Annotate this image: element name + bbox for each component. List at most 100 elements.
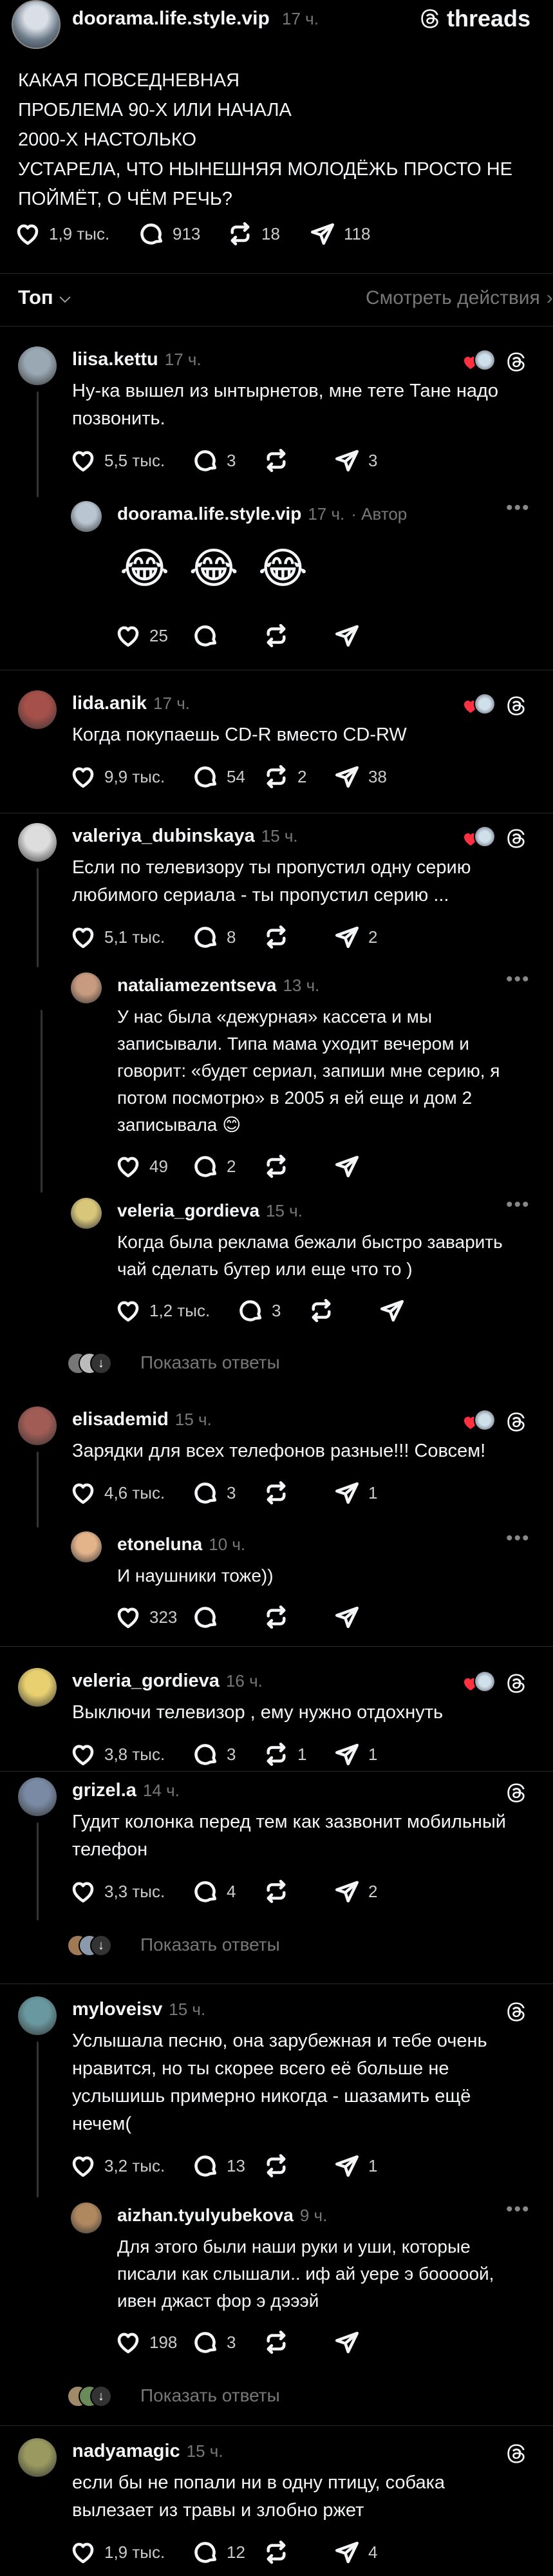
threads-icon[interactable]	[503, 349, 529, 375]
repost-button[interactable]: 2	[263, 763, 306, 790]
like-button[interactable]: 198	[115, 2329, 177, 2356]
more-options-icon[interactable]: •••	[506, 969, 530, 990]
repost-button[interactable]	[263, 1479, 290, 1506]
share-button[interactable]: 3	[333, 447, 377, 474]
repost-button[interactable]	[263, 1153, 290, 1180]
like-button[interactable]: 4,6 тыс.	[70, 1479, 165, 1506]
avatar[interactable]	[71, 1531, 102, 1562]
avatar[interactable]	[71, 2202, 102, 2233]
avatar[interactable]	[18, 346, 57, 385]
comment-username[interactable]: veleria_gordieva 15 ч.	[117, 1200, 303, 1221]
like-button[interactable]: 49	[115, 1153, 168, 1180]
show-replies-link[interactable]: Показать ответы	[140, 2385, 280, 2406]
share-button[interactable]: 1	[333, 1741, 377, 1768]
repost-button[interactable]	[263, 923, 290, 951]
share-button[interactable]: 4	[333, 2539, 377, 2566]
like-button[interactable]: 1,9 тыс.	[70, 2539, 165, 2566]
share-button[interactable]: 38	[333, 763, 387, 790]
avatar[interactable]	[18, 1996, 57, 2035]
like-button[interactable]: 5,5 тыс.	[70, 447, 165, 474]
comment-username[interactable]: lida.anik 17 ч.	[72, 693, 190, 714]
threads-icon[interactable]	[503, 1409, 529, 1435]
threads-icon[interactable]	[503, 693, 529, 719]
share-button[interactable]	[333, 2329, 361, 2356]
like-button[interactable]: 323	[115, 1604, 177, 1631]
avatar[interactable]	[18, 1777, 57, 1816]
repost-button[interactable]	[308, 1297, 335, 1324]
avatar[interactable]	[18, 2438, 57, 2477]
show-replies-link[interactable]: Показать ответы	[140, 1352, 280, 1373]
post-comment-button[interactable]: 913	[138, 220, 200, 247]
like-button[interactable]: 1,2 тыс.	[115, 1297, 210, 1324]
post-share-button[interactable]: 118	[309, 220, 370, 247]
comment-username[interactable]: nataliamezentseva 13 ч.	[117, 975, 319, 996]
comment-button[interactable]	[192, 1604, 219, 1631]
comment-username[interactable]: etoneluna 10 ч.	[117, 1534, 245, 1555]
comment-button[interactable]: 3	[192, 1741, 236, 1768]
avatar[interactable]	[71, 972, 102, 1003]
comment-username[interactable]: myloveisv 15 ч.	[72, 1999, 205, 2020]
comment-button[interactable]: 12	[192, 2539, 245, 2566]
comment-button[interactable]: 4	[192, 1878, 236, 1905]
avatar[interactable]	[18, 1406, 57, 1445]
comment-username[interactable]: grizel.a 14 ч.	[72, 1780, 180, 1801]
post-repost-button[interactable]: 18	[227, 220, 280, 247]
comment-button[interactable]: 3	[192, 2329, 236, 2356]
more-options-icon[interactable]: •••	[506, 497, 530, 519]
repost-button[interactable]	[263, 2152, 290, 2179]
avatar[interactable]	[71, 1198, 102, 1229]
post-author-avatar[interactable]	[12, 0, 61, 49]
show-replies-link[interactable]: Показать ответы	[140, 1935, 280, 1955]
comment-button[interactable]: 13	[192, 2152, 245, 2179]
avatar[interactable]	[71, 501, 102, 532]
repost-button[interactable]	[263, 447, 290, 474]
view-activity-link[interactable]: Смотреть действия ›	[366, 287, 553, 309]
share-button[interactable]	[379, 1297, 406, 1324]
comment-button[interactable]: 3	[192, 447, 236, 474]
avatar[interactable]	[18, 1668, 57, 1707]
threads-icon[interactable]	[503, 826, 529, 851]
comment-username[interactable]: valeriya_dubinskaya 15 ч.	[72, 826, 298, 847]
threads-icon[interactable]	[503, 1780, 529, 1806]
comment-button[interactable]: 54	[192, 763, 245, 790]
more-options-icon[interactable]: •••	[506, 1194, 530, 1216]
share-button[interactable]	[333, 1153, 361, 1180]
repost-button[interactable]: 1	[263, 1741, 306, 1768]
share-button[interactable]	[333, 1604, 361, 1631]
repost-button[interactable]	[263, 1878, 290, 1905]
repost-button[interactable]	[263, 622, 290, 649]
comment-username[interactable]: aizhan.tyulyubekova 9 ч.	[117, 2205, 327, 2226]
post-like-button[interactable]: 1,9 тыс.	[14, 220, 109, 247]
avatar[interactable]	[18, 690, 57, 729]
comment-username[interactable]: nadyamagic 15 ч.	[72, 2441, 223, 2462]
comment-button[interactable]: 8	[192, 923, 236, 951]
repost-button[interactable]	[263, 1604, 290, 1631]
share-button[interactable]	[333, 622, 361, 649]
like-button[interactable]: 3,8 тыс.	[70, 1741, 165, 1768]
share-button[interactable]: 2	[333, 923, 377, 951]
like-button[interactable]: 9,9 тыс.	[70, 763, 165, 790]
like-button[interactable]: 5,1 тыс.	[70, 923, 165, 951]
threads-icon[interactable]	[503, 2441, 529, 2467]
more-options-icon[interactable]: •••	[506, 2199, 530, 2221]
comment-username[interactable]: liisa.kettu 17 ч.	[72, 349, 202, 370]
comment-username[interactable]: veleria_gordieva 16 ч.	[72, 1671, 263, 1692]
comment-button[interactable]: 3	[192, 1479, 236, 1506]
more-options-icon[interactable]: •••	[506, 1528, 530, 1549]
repost-button[interactable]	[263, 2329, 290, 2356]
post-author[interactable]: doorama.life.style.vip	[72, 8, 270, 30]
share-button[interactable]: 1	[333, 1479, 377, 1506]
share-button[interactable]: 2	[333, 1878, 377, 1905]
share-button[interactable]: 1	[333, 2152, 377, 2179]
sort-dropdown[interactable]: Топ ⌵	[18, 286, 70, 309]
avatar[interactable]	[18, 823, 57, 862]
comment-button[interactable]: 3	[237, 1297, 281, 1324]
comment-username[interactable]: elisademid 15 ч.	[72, 1409, 212, 1430]
comment-button[interactable]: 2	[192, 1153, 236, 1180]
like-button[interactable]: 3,2 тыс.	[70, 2152, 165, 2179]
comment-button[interactable]	[192, 622, 219, 649]
like-button[interactable]: 25	[115, 622, 168, 649]
threads-icon[interactable]	[503, 1671, 529, 1696]
threads-icon[interactable]	[503, 1999, 529, 2025]
repost-button[interactable]	[263, 2539, 290, 2566]
